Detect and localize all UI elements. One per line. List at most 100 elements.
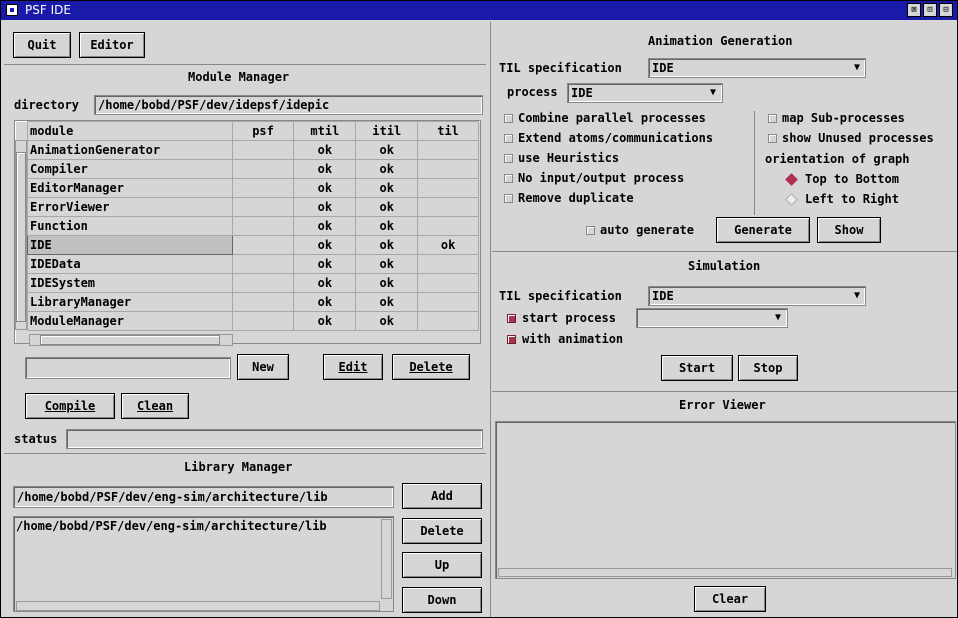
clear-button[interactable]: Clear <box>694 586 766 612</box>
option-label: Remove duplicate <box>518 191 634 205</box>
compile-label: Compile <box>44 399 96 413</box>
col-module[interactable]: module <box>27 121 233 141</box>
generate-button[interactable]: Generate <box>716 217 810 243</box>
table-row[interactable]: IDEData ok ok <box>27 254 479 274</box>
table-row[interactable]: AnimationGenerator ok ok <box>27 140 479 160</box>
clean-label: Clean <box>136 399 174 413</box>
table-row[interactable]: Compiler ok ok <box>27 159 479 179</box>
clean-button[interactable]: Clean <box>121 393 189 419</box>
table-cell-mtil: ok <box>293 197 357 217</box>
module-table-vscroll-thumb[interactable] <box>16 152 26 322</box>
sim-til-dropdown-icon[interactable]: ▼ <box>851 290 863 302</box>
table-cell-module: Compiler <box>27 159 233 179</box>
close-window-icon[interactable]: ⊠ <box>907 3 921 17</box>
orientation-radio[interactable] <box>785 193 798 206</box>
auto-generate-checkbox[interactable] <box>586 226 595 235</box>
col-itil[interactable]: itil <box>355 121 419 141</box>
up-library-button[interactable]: Up <box>402 552 482 578</box>
table-cell-mtil: ok <box>293 292 357 312</box>
start-process-checkbox[interactable] <box>507 314 516 323</box>
table-cell-til <box>417 178 479 198</box>
table-row[interactable]: ModuleManager ok ok <box>27 311 479 331</box>
process-dropdown-icon[interactable]: ▼ <box>707 87 719 99</box>
table-cell-mtil: ok <box>293 140 357 160</box>
with-animation-checkbox[interactable] <box>507 335 516 344</box>
table-row[interactable]: IDE ok ok ok <box>27 235 479 255</box>
delete-module-button[interactable]: Delete <box>392 354 470 380</box>
new-module-input[interactable] <box>25 357 231 379</box>
status-field <box>66 429 483 449</box>
orientation-radio[interactable] <box>785 173 798 186</box>
table-cell-til <box>417 140 479 160</box>
table-cell-module: IDESystem <box>27 273 233 293</box>
option-checkbox[interactable] <box>504 154 513 163</box>
title-bar[interactable]: PSF IDE ⊠ ⊡ ⊟ <box>1 1 957 20</box>
with-animation-label: with animation <box>522 332 624 346</box>
table-cell-til <box>417 254 479 274</box>
anim-til-select[interactable]: IDE <box>648 58 866 78</box>
start-process-dropdown-icon[interactable]: ▼ <box>772 312 784 324</box>
show-button[interactable]: Show <box>817 217 881 243</box>
module-table-vscroll[interactable] <box>15 140 27 330</box>
stop-button[interactable]: Stop <box>738 355 798 381</box>
module-table-hscroll[interactable] <box>29 334 233 346</box>
start-button[interactable]: Start <box>661 355 733 381</box>
error-viewer-hscroll[interactable] <box>498 568 952 577</box>
table-cell-mtil: ok <box>293 254 357 274</box>
option-checkbox[interactable] <box>768 134 777 143</box>
sim-til-label: TIL specification <box>499 289 622 303</box>
library-list-vscroll[interactable] <box>381 519 392 599</box>
psf-ide-window: PSF IDE ⊠ ⊡ ⊟ Quit Editor Module Manager… <box>0 0 958 618</box>
directory-field[interactable]: /home/bobd/PSF/dev/idepsf/idepic <box>94 95 483 115</box>
table-row[interactable]: Function ok ok <box>27 216 479 236</box>
start-process-select[interactable] <box>636 308 788 328</box>
table-cell-mtil: ok <box>293 273 357 293</box>
module-table-hscroll-thumb[interactable] <box>40 335 220 345</box>
table-cell-psf <box>231 292 295 312</box>
module-manager-title: Module Manager <box>188 70 290 84</box>
col-mtil[interactable]: mtil <box>293 121 357 141</box>
option-checkbox[interactable] <box>504 114 513 123</box>
col-psf[interactable]: psf <box>231 121 295 141</box>
new-module-button[interactable]: New <box>237 354 289 380</box>
table-cell-psf <box>231 235 295 255</box>
error-viewer-text[interactable] <box>495 421 956 579</box>
library-list[interactable]: /home/bobd/PSF/dev/eng-sim/architecture/… <box>13 516 394 612</box>
down-library-button[interactable]: Down <box>402 587 482 613</box>
status-label: status <box>14 432 58 446</box>
library-list-hscroll[interactable] <box>16 601 380 611</box>
sim-til-select[interactable]: IDE <box>648 286 866 306</box>
quit-button[interactable]: Quit <box>13 32 71 58</box>
edit-module-button[interactable]: Edit <box>323 354 383 380</box>
table-row[interactable]: LibraryManager ok ok <box>27 292 479 312</box>
simulation-title: Simulation <box>688 259 761 273</box>
process-select[interactable]: IDE <box>567 83 723 103</box>
option-checkbox[interactable] <box>504 174 513 183</box>
table-row[interactable]: EditorManager ok ok <box>27 178 479 198</box>
option-label: No input/output process <box>518 171 685 185</box>
table-row[interactable]: ErrorViewer ok ok <box>27 197 479 217</box>
table-cell-til <box>417 216 479 236</box>
editor-button[interactable]: Editor <box>79 32 145 58</box>
library-list-item[interactable]: /home/bobd/PSF/dev/eng-sim/architecture/… <box>16 519 327 533</box>
anim-til-label: TIL specification <box>499 61 622 75</box>
table-cell-til: ok <box>417 235 479 255</box>
table-cell-itil: ok <box>355 197 419 217</box>
window-menu-icon[interactable] <box>6 4 18 16</box>
col-til[interactable]: til <box>417 121 479 141</box>
table-cell-itil: ok <box>355 140 419 160</box>
add-library-button[interactable]: Add <box>402 483 482 509</box>
table-row[interactable]: IDESystem ok ok <box>27 273 479 293</box>
delete-library-button[interactable]: Delete <box>402 518 482 544</box>
table-cell-module: AnimationGenerator <box>27 140 233 160</box>
compile-button[interactable]: Compile <box>25 393 115 419</box>
option-checkbox[interactable] <box>768 114 777 123</box>
option-checkbox[interactable] <box>504 194 513 203</box>
option-checkbox[interactable] <box>504 134 513 143</box>
table-cell-psf <box>231 178 295 198</box>
maximize-window-icon[interactable]: ⊡ <box>923 3 937 17</box>
library-path-input[interactable]: /home/bobd/PSF/dev/eng-sim/architecture/… <box>13 486 394 508</box>
anim-til-dropdown-icon[interactable]: ▼ <box>851 62 863 74</box>
minimize-window-icon[interactable]: ⊟ <box>939 3 953 17</box>
window-title: PSF IDE <box>25 3 71 17</box>
